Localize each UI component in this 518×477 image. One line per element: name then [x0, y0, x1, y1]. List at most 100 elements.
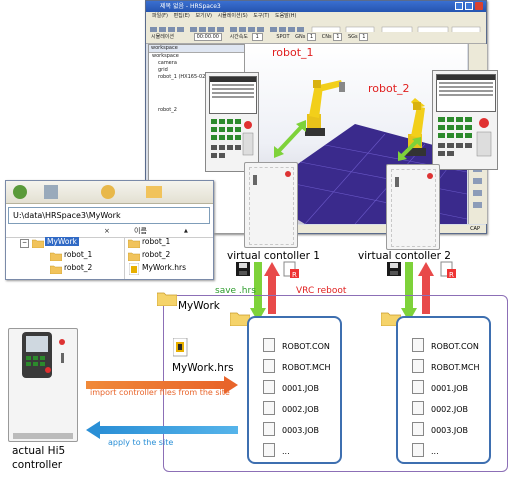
sgs-label: SGs [347, 34, 358, 40]
robot-1-file: ROBOT.CON [282, 342, 330, 351]
folder-icon [50, 252, 62, 261]
menu-file[interactable]: 파일(F) [152, 13, 168, 19]
robot-2-file: ROBOT.CON [431, 342, 479, 351]
robot-2-file: 0002.JOB [431, 405, 469, 414]
folder-icon [32, 239, 44, 248]
file-item-mywork-hrs[interactable]: MyWork.hrs [142, 263, 186, 272]
robot-2-file: ROBOT.MCH [431, 363, 480, 372]
robot-2-label: robot_2 [368, 82, 410, 95]
hi5-teach-pendant [22, 332, 52, 378]
file-icon [412, 379, 424, 394]
explorer-file-list: robot_1 robot_2 MyWork.hrs [124, 237, 214, 279]
pendant-2-keypad[interactable] [436, 115, 494, 167]
virtual-controller-1-cabinet [244, 162, 298, 248]
robot-2-file: 0003.JOB [431, 426, 469, 435]
column-name[interactable]: 이름 [134, 225, 147, 237]
file-icon [412, 358, 424, 373]
file-item-robot1[interactable]: robot_1 [142, 237, 170, 246]
robot-1-file: ... [282, 447, 290, 456]
mywork-folder-icon [157, 292, 177, 306]
teach-pendant-2 [432, 70, 498, 170]
file-icon [412, 442, 424, 457]
cns-label: CNs [321, 34, 332, 40]
hrs-project-icon [173, 338, 188, 357]
file-icon [412, 400, 424, 415]
simulator-titlebar: 제목 없음 - HRSpace3 [146, 1, 486, 12]
status-cap: CAP [470, 226, 480, 232]
sync-arrow-2 [398, 137, 421, 161]
address-bar[interactable]: U:\data\HRSpace3\MyWork [8, 207, 210, 224]
menu-edit[interactable]: 편집(E) [174, 13, 190, 19]
file-reboot-icon-2: R [440, 261, 456, 279]
save-disk-icon-2 [387, 262, 401, 276]
tree-header: workspace [149, 45, 244, 53]
simulator-title: 제목 없음 - HRSpace3 [160, 3, 221, 10]
robot-1-file: ROBOT.MCH [282, 363, 331, 372]
apply-arrow [86, 421, 238, 439]
file-icon [263, 421, 275, 436]
robot-1-file: 0002.JOB [282, 405, 320, 414]
file-icon [263, 379, 275, 394]
tree-item-robot2[interactable]: robot_2 [64, 263, 92, 272]
spot-label: SPOT [276, 34, 290, 40]
robot-1-model[interactable] [305, 80, 345, 136]
sync-arrow-1 [274, 120, 306, 158]
menu-tools[interactable]: 도구(T) [253, 13, 269, 19]
speed-field[interactable]: 1 [251, 33, 263, 41]
file-icon [263, 442, 275, 457]
file-icon [412, 421, 424, 436]
pendant-2-screen [436, 74, 496, 112]
folder-icon [128, 252, 140, 261]
maximize-icon[interactable] [465, 2, 473, 10]
folder-icon [50, 265, 62, 274]
robot-1-label: robot_1 [272, 46, 314, 59]
tree-item-mywork[interactable]: MyWork [45, 237, 79, 246]
file-item-robot2[interactable]: robot_2 [142, 250, 170, 259]
folder-icon [128, 239, 140, 248]
menu-simulation[interactable]: 시뮬레이션(S) [218, 13, 248, 19]
minimize-icon[interactable] [455, 2, 463, 10]
file-icon [263, 400, 275, 415]
explorer-window: U:\data\HRSpace3\MyWork × 이름 ▲ − MyWork … [5, 180, 214, 280]
tree-item-camera[interactable]: camera [152, 60, 244, 67]
import-label: import controller files from the site [90, 388, 230, 397]
gns-label: GNs [295, 34, 306, 40]
file-reboot-icon-1: R [283, 261, 299, 279]
file-icon [412, 337, 424, 352]
menu-view[interactable]: 보기(V) [195, 13, 212, 19]
tree-collapse-icon[interactable]: − [20, 239, 29, 248]
sgs-field[interactable]: 1 [359, 33, 369, 41]
svg-text:R: R [449, 271, 454, 279]
hrs-file-icon [129, 263, 139, 275]
explorer-toolbar [6, 181, 213, 204]
tree-item-robot1[interactable]: robot_1 [64, 250, 92, 259]
mywork-hrs-label: MyWork.hrs [172, 362, 234, 374]
sort-icon[interactable]: ▲ [184, 225, 188, 237]
file-icon [263, 337, 275, 352]
address-text: U:\data\HRSpace3\MyWork [13, 211, 121, 220]
robot-1-file: 0003.JOB [282, 426, 320, 435]
teach-pendant-1 [205, 72, 259, 172]
cns-field[interactable]: 1 [333, 33, 343, 41]
save-disk-icon-1 [236, 262, 250, 276]
speed-label: 시간속도 [229, 34, 248, 40]
sim-label: 시뮬레이션 [151, 34, 175, 40]
virtual-controller-2-label: virtual contoller 2 [358, 250, 451, 262]
simulator-toolbar-2: 시뮬레이션 00:00.00 시간속도 1 SPOT GNs 1 CNs 1 S… [146, 32, 486, 44]
menu-help[interactable]: 도움말(H) [275, 13, 296, 19]
pendant-1-screen [209, 76, 257, 114]
actual-controller-label-1: actual Hi5 [12, 445, 66, 457]
robot-2-file: ... [431, 447, 439, 456]
gns-field[interactable]: 1 [306, 33, 317, 41]
robot-2-file: 0001.JOB [431, 384, 469, 393]
tree-item-workspace[interactable]: workspace [152, 53, 244, 60]
time-field[interactable]: 00:00.00 [193, 33, 222, 41]
file-icon [263, 358, 275, 373]
explorer-folder-tree: − MyWork robot_1 robot_2 [6, 237, 122, 279]
robot-1-file: 0001.JOB [282, 384, 320, 393]
explorer-toolbar-icons[interactable] [6, 181, 213, 203]
close-pane-icon[interactable]: × [104, 225, 110, 237]
virtual-controller-1-label: virtual contoller 1 [227, 250, 320, 262]
mywork-folder-label: MyWork [178, 300, 220, 312]
close-icon[interactable] [475, 2, 483, 10]
